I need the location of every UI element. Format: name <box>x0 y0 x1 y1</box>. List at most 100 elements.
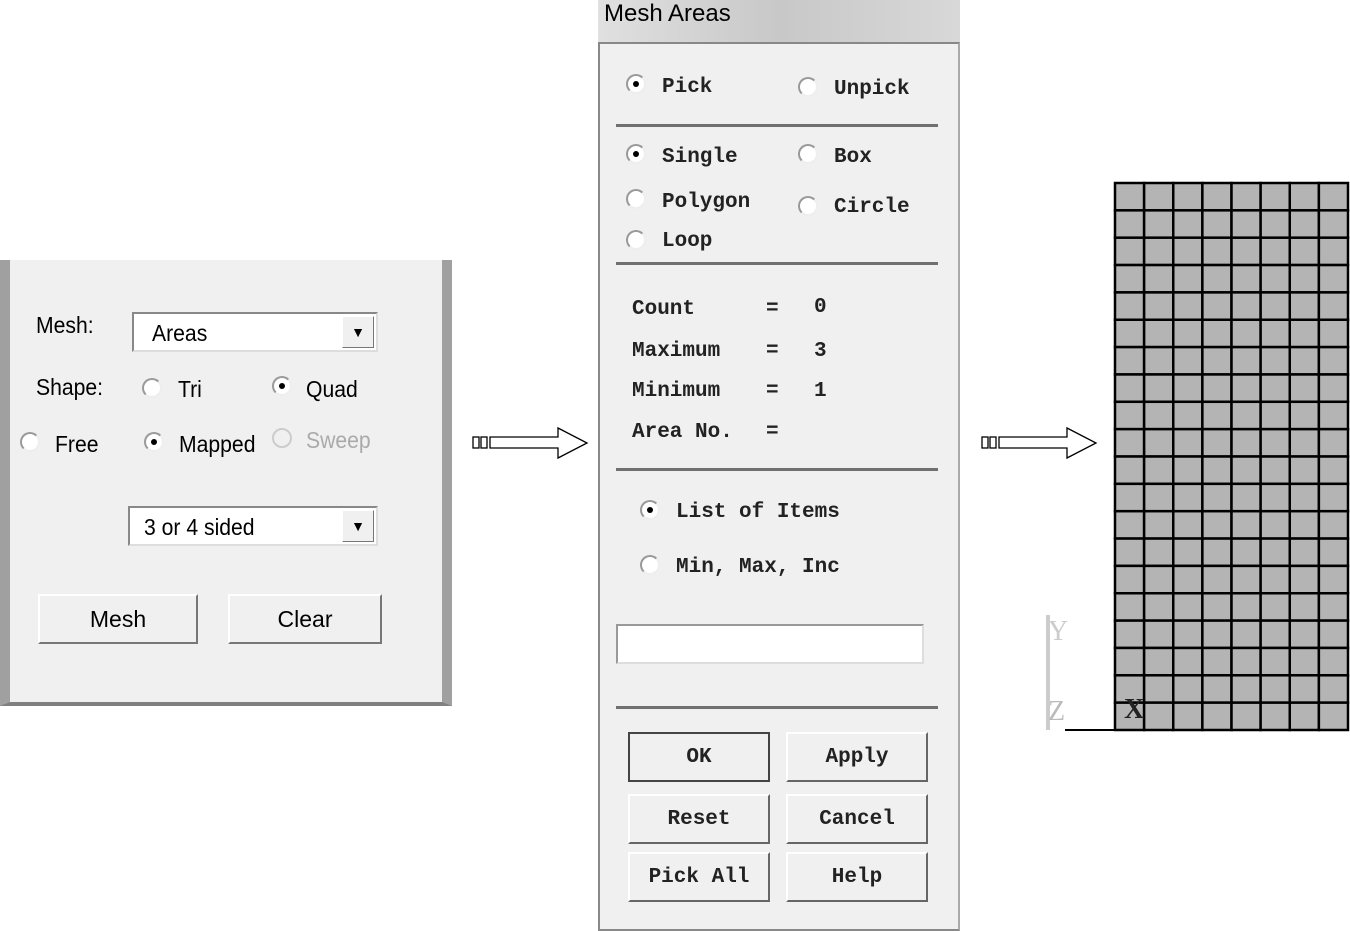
mesh-element <box>1201 209 1233 239</box>
mesh-element <box>1259 592 1291 622</box>
apply-button[interactable]: Apply <box>786 732 928 782</box>
radio-polygon[interactable] <box>626 189 646 209</box>
mesh-element <box>1142 619 1175 650</box>
mesh-element <box>1172 263 1204 294</box>
mesh-element <box>1172 592 1204 622</box>
radio-list-of-items[interactable] <box>640 500 660 520</box>
radio-free[interactable] <box>20 432 40 452</box>
reset-button[interactable]: Reset <box>628 794 770 844</box>
mesh-element <box>1288 646 1321 677</box>
mesh-element <box>1288 455 1321 486</box>
mesh-type-select[interactable]: Areas ▼ <box>132 312 378 352</box>
ok-button[interactable]: OK <box>628 732 770 782</box>
radio-quad[interactable] <box>272 376 292 396</box>
radio-tri[interactable] <box>142 378 162 398</box>
radio-min-max-inc[interactable] <box>640 555 660 575</box>
mesh-element <box>1113 181 1146 212</box>
divider <box>616 124 938 127</box>
help-button[interactable]: Help <box>786 852 928 902</box>
mesh-element <box>1113 400 1146 431</box>
sweep-label: Sweep <box>306 427 371 453</box>
radio-pick[interactable] <box>626 74 646 94</box>
item-input[interactable] <box>616 624 924 664</box>
mesh-element <box>1259 263 1291 294</box>
mesh-element <box>1201 236 1233 267</box>
mesh-element <box>1113 537 1146 568</box>
mesh-element <box>1317 509 1350 540</box>
radio-loop[interactable] <box>626 230 646 250</box>
mesh-element <box>1142 291 1175 322</box>
mesh-element <box>1142 482 1175 513</box>
chevron-down-icon[interactable]: ▼ <box>342 316 374 348</box>
free-label: Free <box>55 431 99 457</box>
equals-sign: = <box>766 421 779 444</box>
radio-single[interactable] <box>626 144 646 164</box>
mesh-element <box>1172 181 1204 212</box>
mesh-element <box>1317 701 1350 732</box>
mesh-element <box>1288 291 1321 322</box>
mesh-element <box>1201 291 1233 322</box>
mesh-element <box>1230 209 1262 239</box>
mesh-element <box>1230 236 1262 267</box>
mesh-element <box>1259 427 1291 458</box>
mesh-element <box>1259 318 1291 349</box>
mesh-element <box>1230 318 1262 349</box>
radio-circle[interactable] <box>798 196 818 216</box>
mesh-element <box>1288 537 1321 568</box>
mesh-element <box>1288 236 1321 267</box>
mesh-element <box>1201 263 1233 294</box>
mesh-element <box>1317 291 1350 322</box>
mesh-element <box>1288 318 1321 349</box>
mesh-element <box>1142 345 1175 376</box>
mesh-element <box>1317 592 1350 622</box>
mesh-element <box>1288 619 1321 650</box>
mesh-element <box>1259 701 1291 732</box>
mesh-element <box>1230 400 1262 431</box>
mesh-element <box>1288 482 1321 513</box>
mesh-element <box>1288 181 1321 212</box>
chevron-down-icon[interactable]: ▼ <box>342 510 374 542</box>
radio-mapped[interactable] <box>144 432 164 452</box>
mesh-element <box>1142 646 1175 677</box>
mesh-element <box>1113 509 1146 540</box>
mesh-element <box>1230 373 1262 404</box>
pick-all-button[interactable]: Pick All <box>628 852 770 902</box>
mesh-element <box>1172 646 1204 677</box>
equals-sign: = <box>766 380 779 403</box>
sides-select[interactable]: 3 or 4 sided ▼ <box>128 506 378 546</box>
mesh-element <box>1259 482 1291 513</box>
mesh-element <box>1317 373 1350 404</box>
mesh-element <box>1288 592 1321 622</box>
clear-button[interactable]: Clear <box>228 594 382 644</box>
area-no-label: Area No. <box>632 421 733 444</box>
mesh-element <box>1201 701 1233 732</box>
count-value: 0 <box>814 296 827 319</box>
mesh-element <box>1172 236 1204 267</box>
mesh-element <box>1172 400 1204 431</box>
mesh-element <box>1317 236 1350 267</box>
mesh-element <box>1230 345 1262 376</box>
mesh-button[interactable]: Mesh <box>38 594 198 644</box>
mesh-element <box>1201 592 1233 622</box>
divider <box>616 468 938 471</box>
shape-label: Shape: <box>36 374 104 400</box>
mesh-element <box>1142 373 1175 404</box>
mesh-element <box>1142 592 1175 622</box>
mesh-element <box>1201 537 1233 568</box>
mesh-element <box>1230 482 1262 513</box>
mesh-element <box>1259 509 1291 540</box>
mesh-element <box>1201 427 1233 458</box>
mesh-element <box>1317 674 1350 704</box>
mesh-element <box>1288 373 1321 404</box>
mesh-element <box>1288 674 1321 704</box>
mesh-element <box>1288 263 1321 294</box>
mesh-element <box>1317 619 1350 650</box>
radio-box[interactable] <box>798 144 818 164</box>
mesh-element <box>1113 263 1146 294</box>
radio-unpick[interactable] <box>798 77 818 97</box>
divider <box>616 706 938 709</box>
mesh-element <box>1230 291 1262 322</box>
mesh-element <box>1142 674 1175 704</box>
cancel-button[interactable]: Cancel <box>786 794 928 844</box>
mesh-element <box>1317 646 1350 677</box>
